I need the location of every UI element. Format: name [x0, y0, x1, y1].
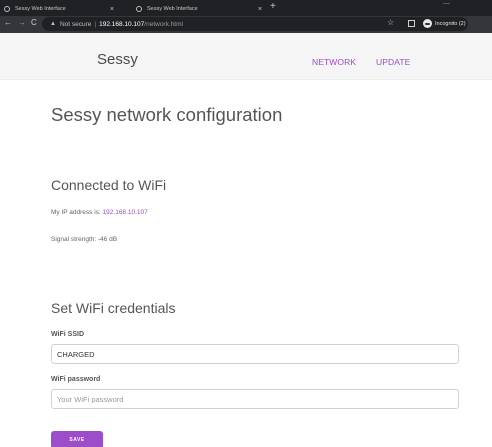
forward-arrow-icon[interactable]: →	[18, 18, 26, 27]
reload-icon[interactable]: C	[31, 18, 37, 27]
warning-icon: ▲	[50, 21, 56, 27]
browser-tab-active[interactable]: Sessy Web Interface ×	[136, 2, 262, 16]
password-input[interactable]: Your WiFi password	[51, 389, 459, 409]
minimize-window-icon[interactable]	[443, 3, 450, 4]
credentials-heading: Set WiFi credentials	[51, 300, 176, 316]
save-button[interactable]: SAVE	[51, 431, 103, 447]
signal-strength: Signal strength: -46 dB	[51, 236, 118, 243]
page-title: Sessy network configuration	[51, 104, 283, 125]
separator: |	[94, 20, 97, 28]
ip-address-line: My IP address is: 192.168.10.107	[51, 209, 148, 216]
browser-toolbar: ← → C ▲ Not secure | 192.168.10.107 /net…	[0, 16, 492, 33]
password-label: WiFi password	[51, 376, 101, 383]
url-path: /network.html	[144, 20, 183, 28]
profile-label: Incognito (2)	[435, 20, 466, 27]
nav-link-update[interactable]: UPDATE	[376, 57, 410, 67]
globe-icon	[4, 6, 10, 12]
site-navbar: Sessy NETWORK UPDATE	[0, 33, 492, 80]
browser-tab[interactable]: Sessy Web Interface ×	[4, 2, 114, 16]
browser-tab-bar: Sessy Web Interface × Sessy Web Interfac…	[0, 0, 492, 16]
globe-icon	[136, 6, 142, 12]
wifi-status-heading: Connected to WiFi	[51, 177, 167, 193]
security-label: Not secure	[59, 20, 92, 28]
incognito-profile-button[interactable]: Incognito (2)	[423, 19, 466, 28]
ssid-label: WiFi SSID	[51, 331, 84, 338]
ip-address-value[interactable]: 192.168.10.107	[103, 209, 148, 216]
nav-link-network[interactable]: NETWORK	[312, 57, 356, 67]
close-tab-icon[interactable]: ×	[258, 6, 262, 13]
address-bar[interactable]: ▲ Not secure | 192.168.10.107 /network.h…	[42, 17, 468, 31]
incognito-icon	[423, 19, 432, 28]
tab-title: Sessy Web Interface	[15, 6, 66, 12]
bookmark-star-icon[interactable]: ☆	[387, 18, 394, 27]
tab-title: Sessy Web Interface	[147, 6, 198, 12]
close-tab-icon[interactable]: ×	[110, 6, 114, 13]
url-host: 192.168.10.107	[99, 20, 145, 28]
new-tab-button[interactable]: +	[270, 1, 276, 12]
ip-address-label: My IP address is:	[51, 209, 103, 216]
ssid-input[interactable]: CHARGED	[51, 344, 459, 364]
side-panel-icon[interactable]	[408, 20, 415, 27]
back-arrow-icon[interactable]: ←	[4, 18, 12, 27]
site-brand[interactable]: Sessy	[97, 51, 138, 68]
